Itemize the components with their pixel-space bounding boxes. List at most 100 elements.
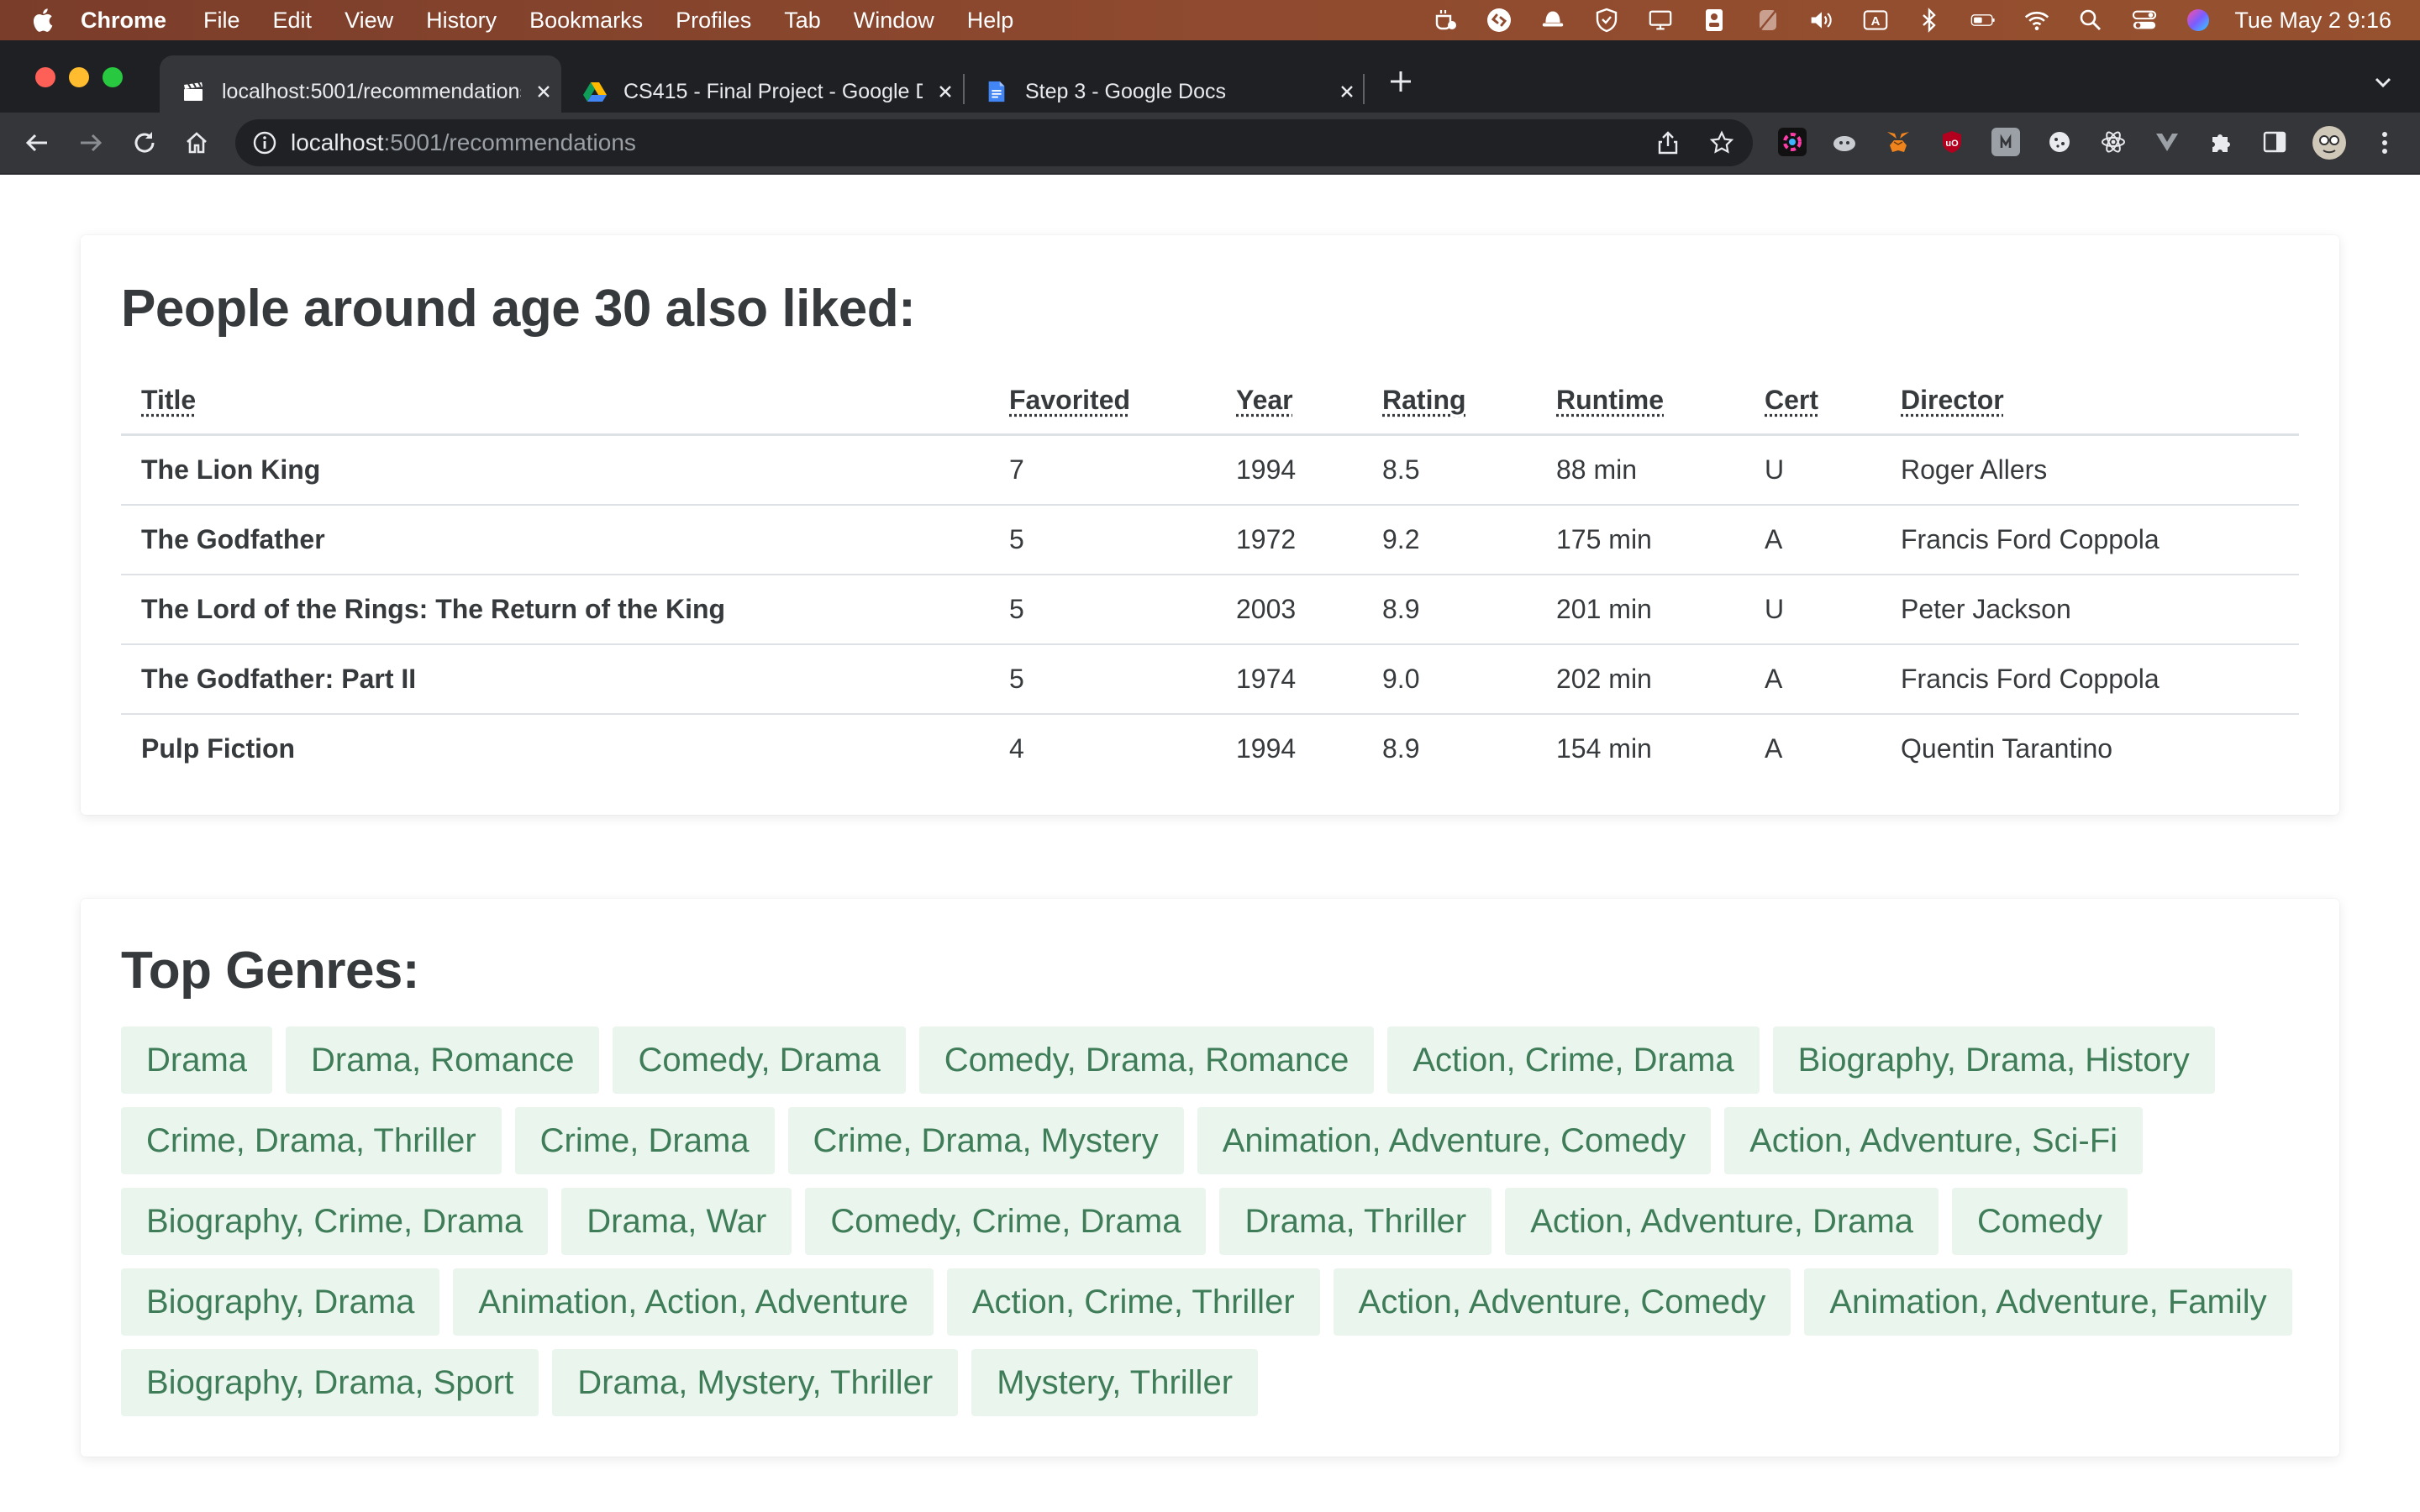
tab-close-icon[interactable] bbox=[531, 79, 556, 104]
menu-window[interactable]: Window bbox=[854, 8, 934, 34]
column-header-director[interactable]: Director bbox=[1881, 366, 2299, 436]
svg-text:uO: uO bbox=[1945, 139, 1959, 149]
cell-rating: 8.9 bbox=[1362, 575, 1536, 645]
extension-gray-icon[interactable] bbox=[1991, 128, 2020, 156]
genre-chip[interactable]: Action, Adventure, Sci-Fi bbox=[1724, 1107, 2144, 1174]
table-row: Pulp Fiction 4 1994 8.9 154 min A Quenti… bbox=[121, 714, 2299, 783]
shield-icon[interactable] bbox=[1594, 8, 1619, 33]
extension-cookie-icon[interactable] bbox=[2045, 128, 2074, 156]
genre-chip[interactable]: Biography, Drama, History bbox=[1772, 1026, 2215, 1094]
window-close-button[interactable] bbox=[35, 67, 55, 87]
column-header-year[interactable]: Year bbox=[1216, 366, 1362, 436]
ublock-origin-icon[interactable]: uO bbox=[1938, 128, 1966, 156]
column-header-cert[interactable]: Cert bbox=[1744, 366, 1881, 436]
chrome-menu-kebab-icon[interactable] bbox=[2370, 128, 2400, 158]
genre-chip[interactable]: Comedy, Crime, Drama bbox=[805, 1188, 1207, 1255]
reload-icon[interactable] bbox=[129, 128, 160, 158]
page-content: People around age 30 also liked: Title F… bbox=[0, 175, 2420, 1512]
menu-profiles[interactable]: Profiles bbox=[676, 8, 751, 34]
display-icon[interactable] bbox=[1648, 8, 1673, 33]
column-header-favorited[interactable]: Favorited bbox=[989, 366, 1216, 436]
site-info-icon[interactable] bbox=[252, 130, 277, 155]
bluetooth-icon[interactable] bbox=[1917, 8, 1942, 33]
cell-director: Quentin Tarantino bbox=[1901, 733, 2113, 764]
forward-arrow-icon[interactable] bbox=[76, 128, 106, 158]
new-tab-plus-icon[interactable] bbox=[1388, 69, 1413, 94]
genre-chip[interactable]: Biography, Crime, Drama bbox=[121, 1188, 549, 1255]
genre-chip[interactable]: Action, Adventure, Drama bbox=[1505, 1188, 1939, 1255]
share-icon[interactable] bbox=[1655, 130, 1681, 155]
cell-director: Francis Ford Coppola bbox=[1881, 644, 2299, 715]
genre-chip[interactable]: Comedy, Drama bbox=[613, 1026, 906, 1094]
spotlight-search-icon[interactable] bbox=[2078, 8, 2103, 33]
genre-chip[interactable]: Biography, Drama, Sport bbox=[121, 1349, 539, 1416]
tab-title: CS415 - Final Project - Google Drive bbox=[623, 79, 923, 103]
extensions-puzzle-icon[interactable] bbox=[2207, 128, 2235, 156]
genre-chip[interactable]: Action, Crime, Drama bbox=[1387, 1026, 1760, 1094]
genre-chip[interactable]: Animation, Action, Adventure bbox=[453, 1268, 934, 1336]
genre-chip[interactable]: Crime, Drama bbox=[514, 1107, 775, 1174]
input-source-icon[interactable]: A bbox=[1863, 8, 1888, 33]
genre-chip[interactable]: Drama bbox=[121, 1026, 273, 1094]
menu-view[interactable]: View bbox=[345, 8, 393, 34]
menu-edit[interactable]: Edit bbox=[273, 8, 313, 34]
menu-history[interactable]: History bbox=[426, 8, 497, 34]
profile-avatar[interactable] bbox=[2312, 126, 2346, 160]
volume-icon[interactable] bbox=[1809, 8, 1834, 33]
wifi-icon[interactable] bbox=[2024, 8, 2049, 33]
extension-cloud-icon[interactable] bbox=[1830, 128, 1859, 156]
window-zoom-button[interactable] bbox=[103, 67, 123, 87]
genre-chip[interactable]: Action, Adventure, Comedy bbox=[1333, 1268, 1791, 1336]
genre-chip[interactable]: Drama, Thriller bbox=[1219, 1188, 1492, 1255]
menu-tab[interactable]: Tab bbox=[784, 8, 821, 34]
genre-chip[interactable]: Comedy, Drama, Romance bbox=[918, 1026, 1375, 1094]
window-minimize-button[interactable] bbox=[69, 67, 89, 87]
siri-icon[interactable] bbox=[2186, 8, 2211, 33]
control-center-icon[interactable] bbox=[2132, 8, 2157, 33]
status-tray: A Tue May 2 9:16 bbox=[1404, 0, 2391, 40]
tab-close-icon[interactable] bbox=[933, 79, 958, 104]
genre-chip[interactable]: Drama, Mystery, Thriller bbox=[552, 1349, 959, 1416]
cell-cert: A bbox=[1744, 644, 1881, 715]
genre-chip[interactable]: Biography, Drama bbox=[121, 1268, 440, 1336]
genre-chip[interactable]: Animation, Adventure, Comedy bbox=[1197, 1107, 1712, 1174]
tab-search-chevron-icon[interactable] bbox=[2371, 71, 2395, 94]
back-arrow-icon[interactable] bbox=[22, 128, 52, 158]
menu-bookmarks[interactable]: Bookmarks bbox=[529, 8, 643, 34]
react-devtools-icon[interactable] bbox=[2099, 128, 2128, 156]
address-bar[interactable]: localhost:5001/recommendations bbox=[235, 119, 1753, 166]
apple-logo-icon[interactable] bbox=[30, 7, 54, 34]
tab-close-icon[interactable] bbox=[1334, 79, 1360, 104]
home-icon[interactable] bbox=[182, 128, 212, 158]
genre-chip[interactable]: Animation, Adventure, Family bbox=[1804, 1268, 2292, 1336]
browser-toolbar: localhost:5001/recommendations uO bbox=[0, 113, 2420, 175]
column-header-rating[interactable]: Rating bbox=[1362, 366, 1536, 436]
menu-app-name[interactable]: Chrome bbox=[81, 8, 166, 34]
metamask-fox-icon[interactable] bbox=[1884, 128, 1912, 156]
menu-file[interactable]: File bbox=[203, 8, 240, 34]
genre-chip[interactable]: Drama, War bbox=[561, 1188, 792, 1255]
incognito-hat-icon[interactable] bbox=[1540, 8, 1565, 33]
battery-icon[interactable] bbox=[1970, 8, 1996, 33]
side-panel-icon[interactable] bbox=[2260, 128, 2289, 156]
genre-chip[interactable]: Drama, Romance bbox=[286, 1026, 600, 1094]
shazam-icon[interactable] bbox=[1486, 8, 1512, 33]
genre-chip[interactable]: Comedy bbox=[1952, 1188, 2128, 1255]
menubar-clock[interactable]: Tue May 2 9:16 bbox=[2234, 8, 2391, 34]
id-badge-icon[interactable] bbox=[1702, 8, 1727, 33]
extension-color-picker-icon[interactable] bbox=[1778, 128, 1807, 156]
genre-chip[interactable]: Mystery, Thriller bbox=[971, 1349, 1259, 1416]
cell-favorited: 4 bbox=[1009, 733, 1024, 764]
bookmark-star-icon[interactable] bbox=[1709, 130, 1734, 155]
column-header-runtime[interactable]: Runtime bbox=[1536, 366, 1744, 436]
cell-cert: U bbox=[1744, 434, 1881, 506]
address-url[interactable]: localhost:5001/recommendations bbox=[291, 129, 636, 156]
coffee-timer-icon[interactable] bbox=[1433, 8, 1458, 33]
menu-help[interactable]: Help bbox=[967, 8, 1014, 34]
genre-chip[interactable]: Crime, Drama, Mystery bbox=[787, 1107, 1184, 1174]
column-header-title[interactable]: Title bbox=[121, 366, 989, 436]
muted-app-icon[interactable] bbox=[1755, 8, 1781, 33]
vue-devtools-icon[interactable] bbox=[2153, 128, 2181, 156]
genre-chip[interactable]: Action, Crime, Thriller bbox=[946, 1268, 1320, 1336]
genre-chip[interactable]: Crime, Drama, Thriller bbox=[121, 1107, 502, 1174]
